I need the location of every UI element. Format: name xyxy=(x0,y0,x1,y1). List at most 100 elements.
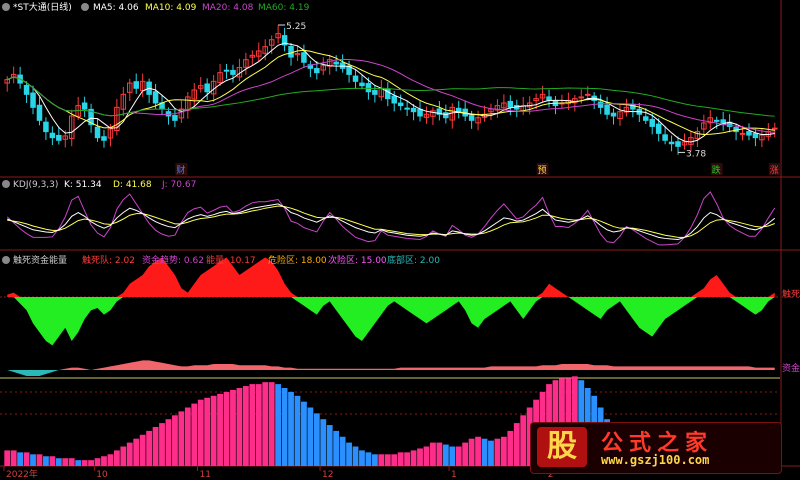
energy-bar xyxy=(365,452,372,466)
energy-title: 触死资金能量 xyxy=(13,254,67,266)
candle-body xyxy=(655,123,662,134)
stock-title: *ST大通(日线) xyxy=(13,1,72,13)
watermark-url: www.gszj100.com xyxy=(601,453,710,467)
fund-negative-area xyxy=(7,370,775,376)
energy-bar xyxy=(107,454,114,466)
energy-bar xyxy=(326,425,333,466)
energy-bar xyxy=(204,397,211,466)
energy-bar xyxy=(210,395,217,466)
energy-bar xyxy=(178,411,185,466)
kdj-layer xyxy=(6,191,776,246)
energy-bar xyxy=(352,446,359,466)
energy-bar xyxy=(49,456,56,466)
candle-body xyxy=(56,134,62,141)
energy-bar xyxy=(10,450,17,466)
energy-bar xyxy=(494,438,501,466)
candle-body xyxy=(365,83,372,93)
energy-bar xyxy=(346,442,352,466)
fund-positive-area xyxy=(7,360,775,370)
candle-body xyxy=(204,83,210,93)
settings-icon[interactable] xyxy=(81,3,89,11)
event-marker-3: 涨 xyxy=(770,165,779,176)
energy-bar xyxy=(101,456,107,466)
energy-label-danger: 危险区: 18.00 xyxy=(268,254,327,266)
energy-bar xyxy=(417,448,423,466)
event-marker-2: 跌 xyxy=(712,165,721,176)
candle-body xyxy=(668,141,675,145)
energy-bar xyxy=(320,419,327,466)
energy-bar xyxy=(62,458,69,466)
energy-bar xyxy=(43,456,49,466)
candle-body xyxy=(43,121,49,133)
ma60-label: MA60: 4.19 xyxy=(258,3,310,13)
x-tick-label-2: 11 xyxy=(200,470,211,480)
energy-bar xyxy=(430,442,436,466)
energy-bar xyxy=(139,434,146,466)
candle-body xyxy=(746,131,752,136)
kdj-j-label: J: 70.67 xyxy=(161,180,196,190)
main-header: *ST大通(日线) MA5: 4.06 MA10: 4.09 MA20: 4.0… xyxy=(2,1,310,13)
candle-body xyxy=(333,61,339,65)
energy-bar xyxy=(36,454,43,466)
ma5-label: MA5: 4.06 xyxy=(93,3,139,13)
energy-bar xyxy=(75,460,82,466)
high-price-label: 5.25 xyxy=(286,22,306,32)
candle-body xyxy=(36,104,43,121)
energy-bar xyxy=(275,384,282,466)
x-axis-layer: 2022年 10 11 12 1 2 xyxy=(3,466,554,480)
candle-body xyxy=(359,82,365,87)
energy-bar xyxy=(462,442,469,466)
energy-bar xyxy=(236,388,243,466)
energy-bar xyxy=(449,446,456,466)
energy-bar xyxy=(172,415,178,466)
kdj-header: KDJ(9,3,3) K: 51.34 D: 41.68 J: 70.67 xyxy=(2,180,196,190)
energy-bar xyxy=(378,454,385,466)
energy-bar xyxy=(184,407,191,466)
x-tick-label-4: 1 xyxy=(451,470,457,480)
energy-bar xyxy=(359,450,365,466)
candle-body xyxy=(404,107,410,110)
energy-bar xyxy=(371,454,378,466)
candle-body xyxy=(649,118,655,127)
energy-bar xyxy=(423,446,430,466)
energy-header: 触死资金能量 触死队: 2.02 资金趋势: 0.62 能量: 10.17 危险… xyxy=(2,254,800,374)
candle-body xyxy=(30,92,36,108)
kdj-title: KDJ(9,3,3) xyxy=(13,180,58,190)
candle-body xyxy=(604,104,610,115)
collapse-icon[interactable] xyxy=(2,3,10,11)
energy-bar xyxy=(500,436,507,466)
candle-body xyxy=(507,100,514,108)
kdj-settings-icon[interactable] xyxy=(2,180,10,188)
energy-label-energy: 能量: 10.17 xyxy=(206,254,256,266)
energy-bar xyxy=(88,460,94,466)
energy-bar xyxy=(223,391,230,466)
energy-bar xyxy=(475,436,481,466)
candle-body xyxy=(314,68,320,74)
low-price-label: 3.78 xyxy=(686,149,706,159)
energy-bar xyxy=(281,388,288,466)
x-tick-label-0: 2022年 xyxy=(6,468,38,480)
candle-body xyxy=(230,69,236,75)
candle-body xyxy=(752,132,759,139)
energy-bar xyxy=(481,438,488,466)
candle-body xyxy=(610,112,617,117)
right-label-chusi: 触死 xyxy=(782,288,800,300)
ma10-label: MA10: 4.09 xyxy=(145,3,197,13)
candle-body xyxy=(468,115,475,121)
energy-bar xyxy=(81,460,88,466)
candle-body xyxy=(584,93,591,96)
candle-body xyxy=(662,134,668,141)
energy-bar xyxy=(120,446,127,466)
candle-body xyxy=(578,96,585,99)
energy-label-second: 次险区: 15.00 xyxy=(328,254,387,266)
candle-body xyxy=(410,107,417,113)
energy-bar xyxy=(410,450,417,466)
energy-bar xyxy=(262,382,269,466)
candle-body xyxy=(397,102,404,107)
energy-bar xyxy=(30,454,36,466)
watermark-logo: 股 xyxy=(537,427,587,467)
candle-body xyxy=(546,96,552,101)
energy-settings-icon[interactable] xyxy=(2,256,10,264)
event-marker-0: 财 xyxy=(176,164,185,176)
ma20-label: MA20: 4.08 xyxy=(202,3,254,13)
